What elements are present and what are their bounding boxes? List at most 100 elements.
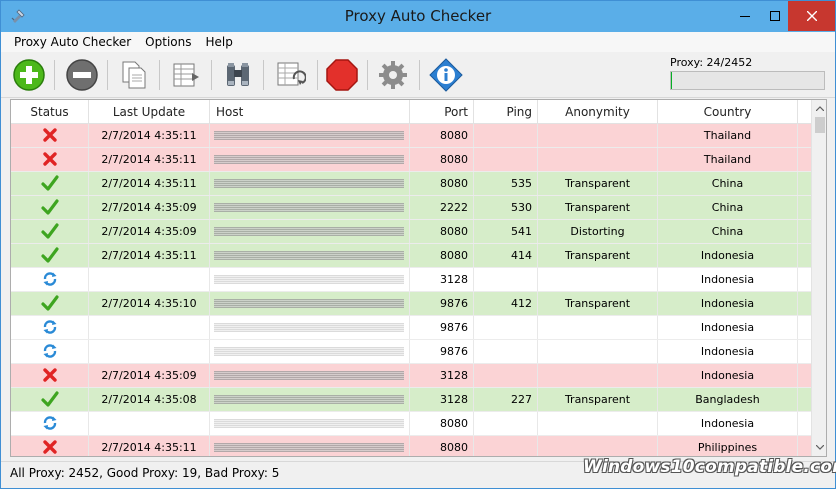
table-row[interactable]: 2/7/2014 4:35:11 8080 Thailand xyxy=(11,148,811,172)
table-row[interactable]: 2/7/2014 4:35:09 3128 Indonesia xyxy=(11,364,811,388)
copy-button[interactable] xyxy=(115,56,153,94)
progress-fill xyxy=(671,72,673,89)
port-cell: 9876 xyxy=(410,316,474,339)
port-cell: 8080 xyxy=(410,244,474,267)
last-update-cell: 2/7/2014 4:35:09 xyxy=(89,196,210,219)
port-cell: 2222 xyxy=(410,196,474,219)
country-cell: China xyxy=(658,196,798,219)
menu-help[interactable]: Help xyxy=(198,35,239,49)
column-status[interactable]: Status xyxy=(11,100,89,124)
column-anonymity[interactable]: Anonymity xyxy=(538,100,658,124)
maximize-button[interactable] xyxy=(762,1,788,31)
port-cell: 9876 xyxy=(410,340,474,363)
column-ping[interactable]: Ping xyxy=(474,100,538,124)
ping-cell xyxy=(474,340,538,363)
refresh-table-icon xyxy=(277,62,306,86)
last-update-cell xyxy=(89,412,210,435)
last-update-cell: 2/7/2014 4:35:11 xyxy=(89,436,210,456)
column-port[interactable]: Port xyxy=(410,100,474,124)
table-row[interactable]: 9876 Indonesia xyxy=(11,340,811,364)
column-country[interactable]: Country xyxy=(658,100,798,124)
info-icon xyxy=(429,58,463,92)
status-cell xyxy=(11,436,89,456)
scroll-down-button[interactable] xyxy=(812,439,826,456)
status-cell xyxy=(11,316,89,339)
column-last-update[interactable]: Last Update xyxy=(89,100,210,124)
table-row[interactable]: 2/7/2014 4:35:11 8080 414 Transparent Indone… xyxy=(11,244,811,268)
checkmark-icon xyxy=(40,391,59,407)
status-cell xyxy=(11,196,89,219)
country-cell: China xyxy=(658,172,798,195)
vertical-scrollbar[interactable] xyxy=(811,100,826,456)
port-cell: 3128 xyxy=(410,268,474,291)
status-cell xyxy=(11,124,89,147)
table-row[interactable]: 2/7/2014 4:35:10 9876 412 Transparent Indone… xyxy=(11,292,811,316)
anonymity-cell: Transparent xyxy=(538,292,658,315)
port-cell: 8080 xyxy=(410,412,474,435)
minimize-button[interactable] xyxy=(728,1,762,31)
table-row[interactable]: 2/7/2014 4:35:08 3128 227 Transparent Bangla… xyxy=(11,388,811,412)
menu-options[interactable]: Options xyxy=(138,35,198,49)
anonymity-cell xyxy=(538,364,658,387)
host-redacted xyxy=(214,323,404,332)
host-cell xyxy=(210,436,410,456)
host-cell xyxy=(210,196,410,219)
status-cell xyxy=(11,292,89,315)
error-x-icon xyxy=(42,128,57,142)
host-cell xyxy=(210,364,410,387)
watermark: Windows10compatible.com xyxy=(583,457,836,477)
toolbar: Proxy: 24/2452 xyxy=(1,52,835,98)
last-update-cell xyxy=(89,340,210,363)
country-cell: Indonesia xyxy=(658,340,798,363)
anonymity-cell: Transparent xyxy=(538,244,658,267)
country-cell: Thailand xyxy=(658,148,798,171)
anonymity-cell: Transparent xyxy=(538,388,658,411)
last-update-cell: 2/7/2014 4:35:11 xyxy=(89,124,210,147)
table-row[interactable]: 2/7/2014 4:35:09 2222 530 Transparent China xyxy=(11,196,811,220)
host-redacted xyxy=(214,131,404,140)
recheck-button[interactable] xyxy=(271,56,309,94)
ping-cell: 530 xyxy=(474,196,538,219)
table-row[interactable]: 8080 Indonesia xyxy=(11,412,811,436)
last-update-cell xyxy=(89,316,210,339)
scroll-up-button[interactable] xyxy=(812,100,826,117)
refresh-icon xyxy=(43,320,56,334)
host-redacted xyxy=(214,443,404,452)
status-cell xyxy=(11,220,89,243)
stop-icon xyxy=(326,59,358,91)
refresh-icon xyxy=(43,416,56,430)
table-row[interactable]: 3128 Indonesia xyxy=(11,268,811,292)
host-cell xyxy=(210,316,410,339)
close-button[interactable] xyxy=(788,1,835,31)
checkmark-icon xyxy=(40,223,59,239)
export-button[interactable] xyxy=(167,56,205,94)
last-update-cell: 2/7/2014 4:35:08 xyxy=(89,388,210,411)
status-cell xyxy=(11,412,89,435)
table-row[interactable]: 9876 Indonesia xyxy=(11,316,811,340)
about-button[interactable] xyxy=(427,56,465,94)
settings-button[interactable] xyxy=(374,56,412,94)
stop-button[interactable] xyxy=(323,56,361,94)
host-redacted xyxy=(214,371,404,380)
window-title: Proxy Auto Checker xyxy=(344,7,492,25)
country-cell: Thailand xyxy=(658,124,798,147)
search-button[interactable] xyxy=(219,56,257,94)
port-cell: 9876 xyxy=(410,292,474,315)
table-row[interactable]: 2/7/2014 4:35:09 8080 541 Distorting China xyxy=(11,220,811,244)
ping-cell xyxy=(474,124,538,147)
ping-cell: 535 xyxy=(474,172,538,195)
column-host[interactable]: Host xyxy=(210,100,410,124)
menu-proxy-auto-checker[interactable]: Proxy Auto Checker xyxy=(7,35,138,49)
table-row[interactable]: 2/7/2014 4:35:11 8080 Thailand xyxy=(11,124,811,148)
table-row[interactable]: 2/7/2014 4:35:11 8080 535 Transparent China xyxy=(11,172,811,196)
ping-cell xyxy=(474,148,538,171)
title-bar[interactable]: Proxy Auto Checker xyxy=(1,1,835,32)
host-redacted xyxy=(214,227,404,236)
table-row[interactable]: 2/7/2014 4:35:11 8080 Philippines xyxy=(11,436,811,456)
remove-proxy-button[interactable] xyxy=(63,56,101,94)
refresh-icon xyxy=(43,272,56,286)
country-cell: Bangladesh xyxy=(658,388,798,411)
add-proxy-button[interactable] xyxy=(10,56,48,94)
copy-icon xyxy=(122,61,146,89)
scroll-thumb[interactable] xyxy=(815,117,825,133)
